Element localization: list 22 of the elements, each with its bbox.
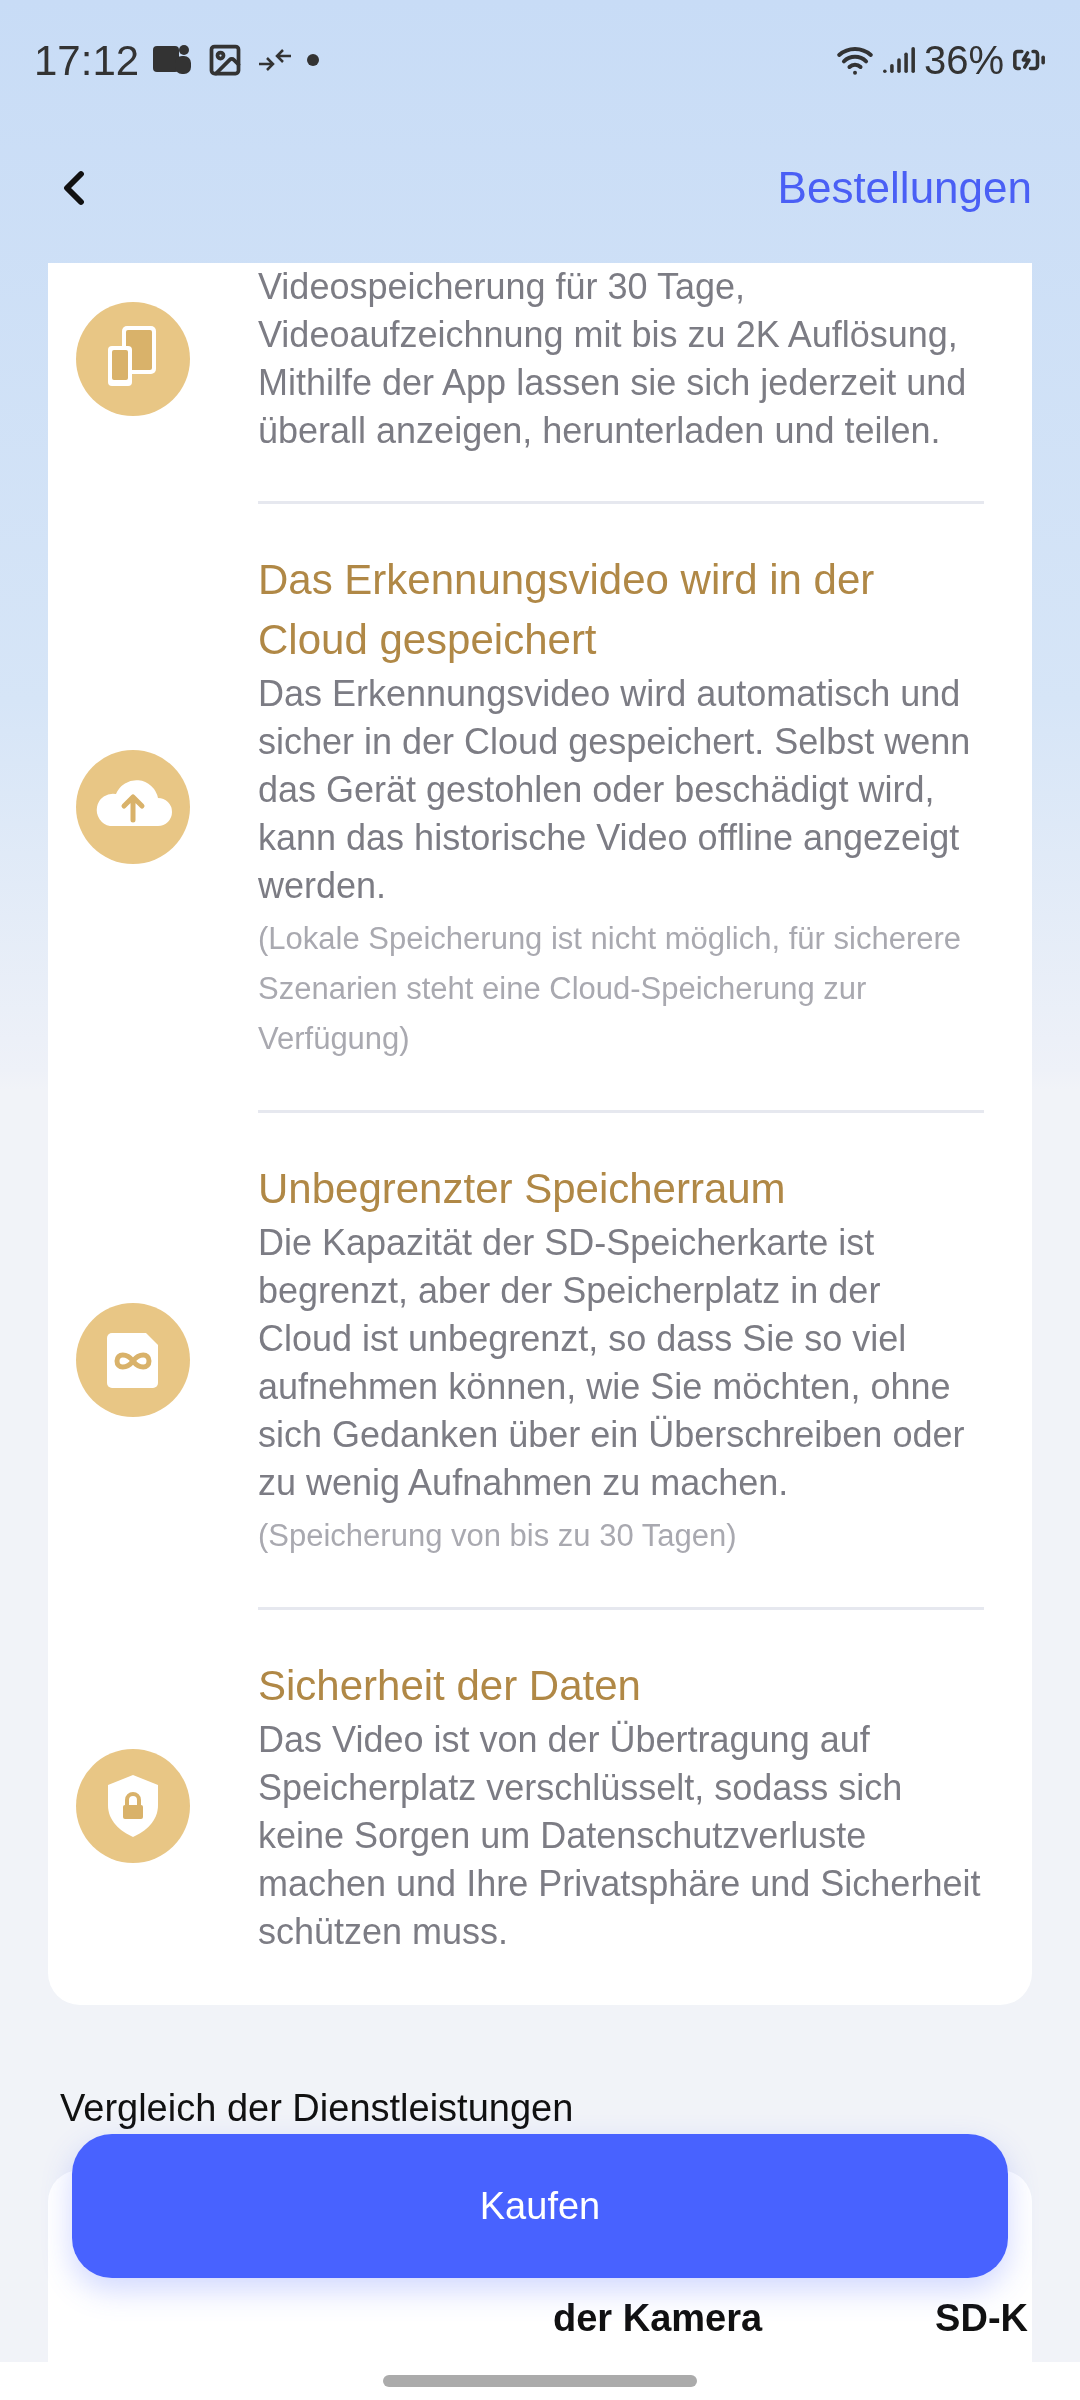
comparison-title: Vergleich der Dienstleistungen: [60, 2086, 575, 2131]
feature-title: Das Erkennungsvideo wird in der Cloud gespeichert: [258, 555, 876, 665]
feature-title: Sicherheit der Daten: [258, 1661, 642, 1711]
feature-title: Unbegrenzter Speicherraum: [258, 1164, 787, 1214]
orders-link[interactable]: Bestellungen: [777, 154, 1032, 221]
feature-description: Das Video ist von der Übertragung auf Speicherplatz verschlüsselt, sodass sich keine Sorgen um Datenschutzverluste machen und Ihre Privatsphäre und Sicherheit schützen muss.: [258, 1718, 982, 1954]
dot-icon: [307, 54, 320, 66]
arrows-icon: [257, 48, 294, 72]
feature-description: Videospeicherung für 30 Tage, Videoaufzeichnung mit bis zu 2K Auflösung, Mithilfe der App lassen sie sich jederzeit und überall anzeigen, herunterladen und teilen.: [258, 265, 968, 453]
column-header: der Kamera: [553, 2296, 763, 2336]
column-header: SD-K: [935, 2296, 1028, 2336]
buy-button[interactable]: Kaufen: [72, 2134, 1008, 2278]
infinity-card-icon: [76, 1303, 190, 1417]
status-time: 17:12: [34, 35, 140, 86]
shield-lock-icon: [76, 1749, 190, 1863]
devices-icon: [76, 302, 190, 416]
cloud-upload-icon: [76, 750, 190, 864]
feature-note: (Lokale Speicherung ist nicht möglich, für sicherere Szenarien steht eine Cloud-Speicherung zur Verfügung): [258, 920, 962, 1058]
feature-description: Die Kapazität der SD-Speicherkarte ist begrenzt, aber der Speicherplatz in der Cloud ist unbegrenzt, so dass Sie so viel aufnehmen können, wie Sie möchten, ohne sich Gedanken über ein Überschreiben oder zu wenig Aufnahmen zu machen.: [258, 1221, 966, 1505]
feature-description: Das Erkennungsvideo wird automatisch und sicher in der Cloud gespeichert. Selbst wenn das Gerät gestohlen oder beschädigt wird, kann das historische Video offline angezeigt werden.: [258, 672, 972, 908]
battery-percent: 36%: [923, 37, 1004, 84]
feature-note: (Speicherung von bis zu 30 Tagen): [258, 1517, 738, 1555]
